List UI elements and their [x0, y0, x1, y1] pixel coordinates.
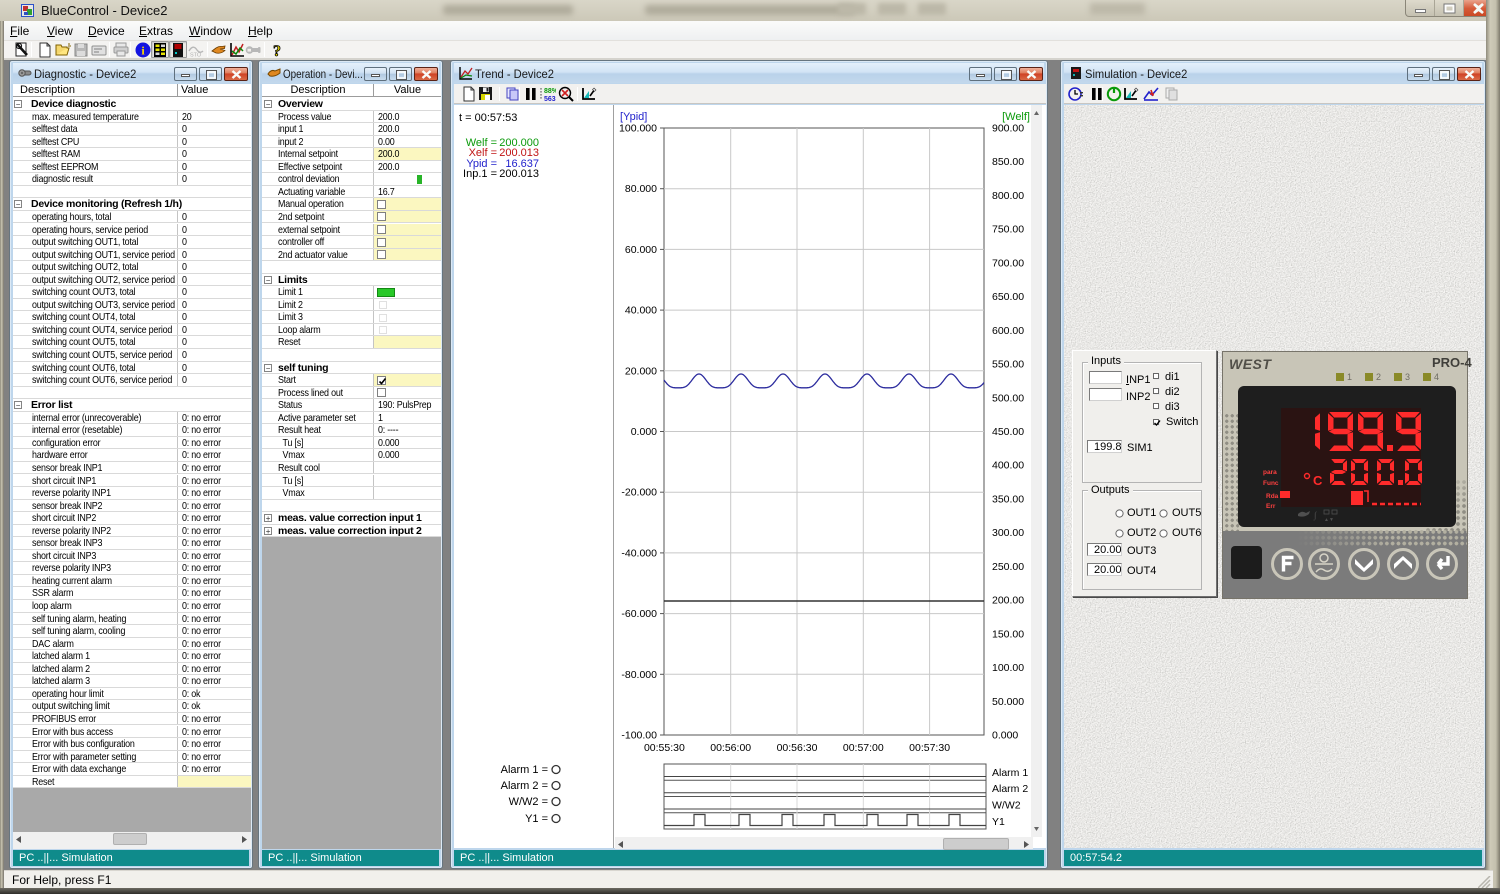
svg-text:350.00: 350.00: [992, 493, 1024, 505]
svg-text:00:57:30: 00:57:30: [909, 742, 950, 754]
svg-text:250.00: 250.00: [992, 561, 1024, 573]
svg-text:450.00: 450.00: [992, 426, 1024, 438]
svg-text:[Welf]: [Welf]: [1002, 111, 1030, 123]
svg-text:900.00: 900.00: [992, 123, 1024, 135]
svg-text:Alarm 1: Alarm 1: [992, 767, 1028, 779]
svg-text:00:56:00: 00:56:00: [710, 742, 751, 754]
svg-text:Func: Func: [1263, 480, 1279, 487]
svg-text:563: 563: [544, 96, 556, 102]
svg-text:850.00: 850.00: [992, 156, 1024, 168]
svg-text:-60.000: -60.000: [621, 608, 657, 620]
svg-text:800.00: 800.00: [992, 190, 1024, 202]
svg-text:150.00: 150.00: [992, 628, 1024, 640]
svg-text:750.00: 750.00: [992, 224, 1024, 236]
svg-text:500.00: 500.00: [992, 392, 1024, 404]
svg-text:00:55:30: 00:55:30: [644, 742, 685, 754]
svg-text:00:56:30: 00:56:30: [777, 742, 818, 754]
svg-text:650.00: 650.00: [992, 291, 1024, 303]
svg-text:300.00: 300.00: [992, 527, 1024, 539]
svg-text:100.00: 100.00: [992, 662, 1024, 674]
svg-text:700.00: 700.00: [992, 257, 1024, 269]
svg-text:?: ?: [273, 43, 281, 58]
svg-text:para: para: [1263, 469, 1277, 476]
svg-text:400.00: 400.00: [992, 460, 1024, 472]
svg-text:00:57:00: 00:57:00: [843, 742, 884, 754]
svg-text:-20.000: -20.000: [621, 487, 657, 499]
svg-text:[Ypid]: [Ypid]: [620, 111, 647, 123]
svg-text:W/W2: W/W2: [992, 800, 1021, 812]
svg-text:Err: Err: [1266, 503, 1276, 510]
svg-text:-100.00: -100.00: [621, 730, 657, 742]
svg-text:88%: 88%: [544, 88, 556, 95]
svg-text:C: C: [1313, 473, 1323, 488]
svg-text:Rda: Rda: [1266, 493, 1279, 500]
svg-text:Y1: Y1: [992, 816, 1005, 828]
svg-text:50.000: 50.000: [992, 696, 1024, 708]
svg-text:100.000: 100.000: [619, 123, 657, 135]
svg-text:▲▼: ▲▼: [1324, 517, 1334, 523]
svg-text:550.00: 550.00: [992, 359, 1024, 371]
svg-text:60.000: 60.000: [625, 244, 657, 256]
svg-text:Alarm 2: Alarm 2: [992, 783, 1028, 795]
svg-text:600.00: 600.00: [992, 325, 1024, 337]
svg-text:200.00: 200.00: [992, 595, 1024, 607]
svg-text:0.000: 0.000: [992, 730, 1018, 742]
svg-text:-40.000: -40.000: [621, 547, 657, 559]
svg-text:-80.000: -80.000: [621, 669, 657, 681]
svg-text:0.000: 0.000: [631, 426, 657, 438]
svg-text:20.000: 20.000: [625, 365, 657, 377]
svg-text:∫: ∫: [1313, 510, 1318, 521]
svg-text:STO: STO: [190, 53, 202, 59]
svg-text:80.000: 80.000: [625, 183, 657, 195]
svg-text:40.000: 40.000: [625, 305, 657, 317]
